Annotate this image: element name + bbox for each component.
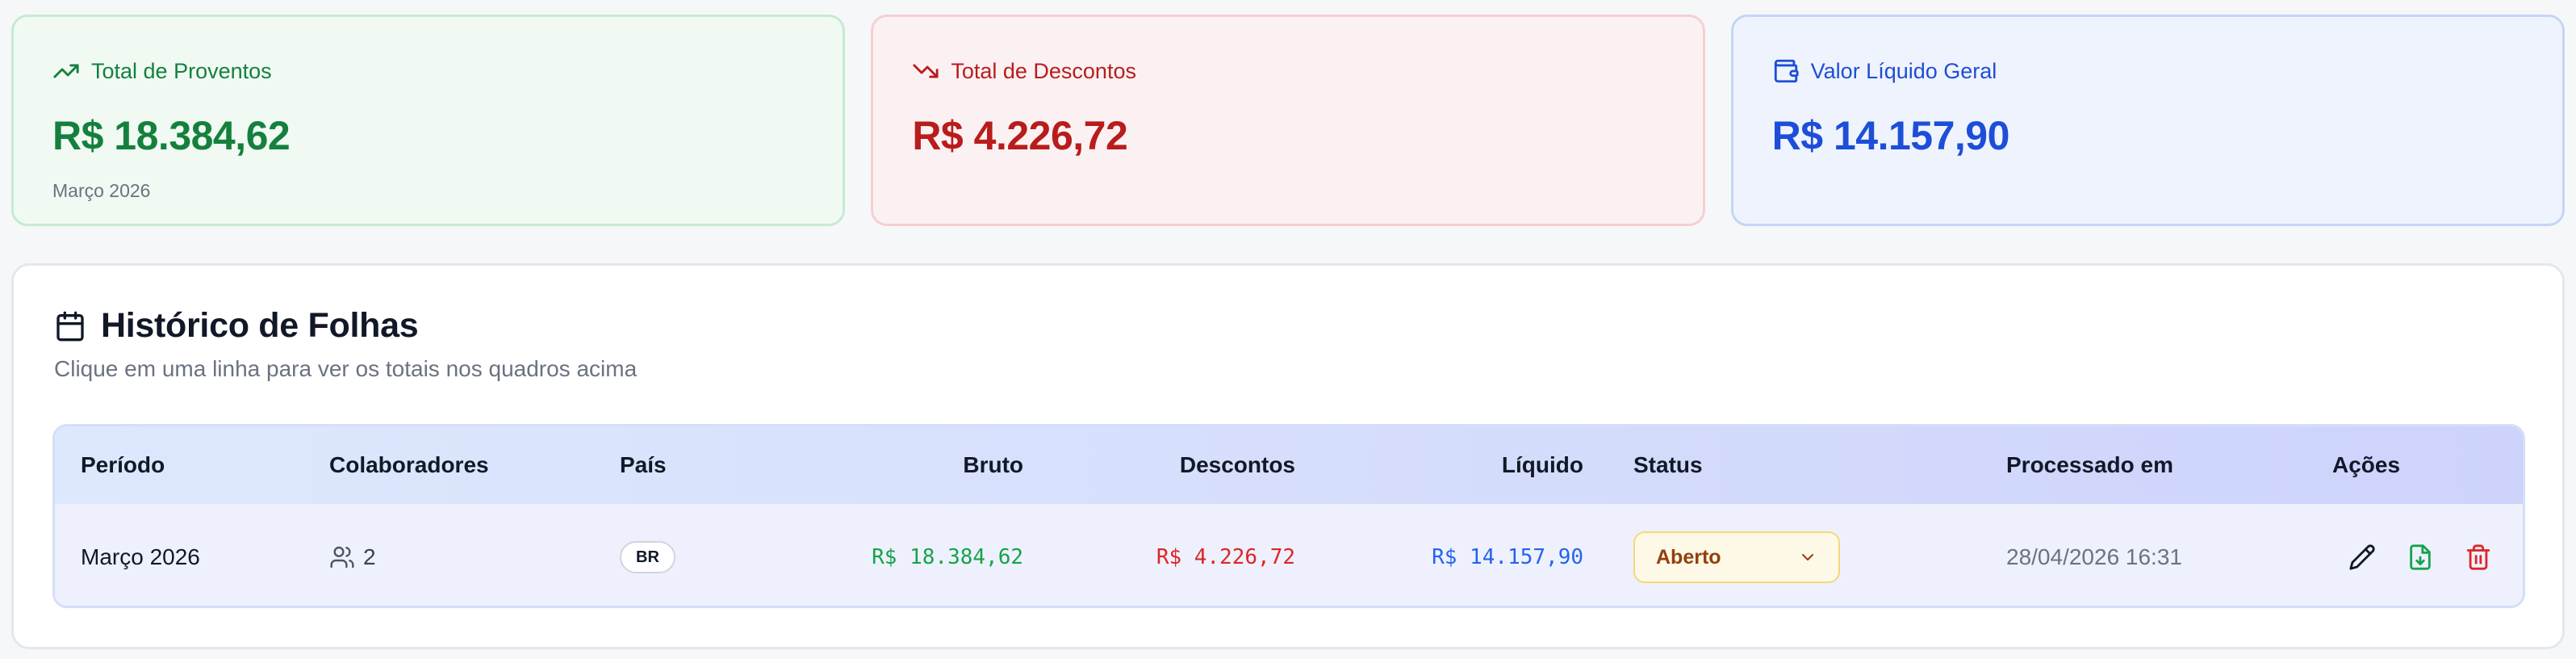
descontos-value: R$ 4.226,72: [912, 113, 1128, 158]
col-acoes: Ações: [2332, 452, 2401, 477]
table-header: Período Colaboradores País Bruto Descont…: [55, 426, 2523, 504]
row-pais: BR: [620, 504, 781, 606]
row-bruto: R$ 18.384,62: [872, 545, 1023, 569]
country-badge: BR: [620, 541, 675, 573]
col-processado: Processado em: [2006, 452, 2173, 477]
row-actions: [2348, 544, 2492, 571]
col-status: Status: [1633, 452, 1703, 477]
payroll-dashboard: Total de Proventos R$ 18.384,62 Março 20…: [0, 0, 2576, 659]
liquido-title: Valor Líquido Geral: [1810, 58, 1997, 83]
row-colaboradores: 2: [329, 504, 571, 606]
edit-button[interactable]: [2348, 544, 2376, 571]
proventos-card-header: Total de Proventos: [52, 56, 804, 86]
history-header: Histórico de Folhas: [54, 306, 419, 346]
proventos-value: R$ 18.384,62: [52, 113, 291, 158]
history-title: Histórico de Folhas: [101, 306, 419, 345]
history-panel: Histórico de Folhas Clique em uma linha …: [11, 263, 2565, 649]
col-descontos: Descontos: [1179, 452, 1295, 477]
descontos-title: Total de Descontos: [951, 58, 1136, 83]
row-status: Aberto: [1633, 504, 1892, 606]
col-liquido: Líquido: [1501, 452, 1583, 477]
trash-icon: [2466, 544, 2490, 570]
row-processado: 28/04/2026 16:31: [2006, 544, 2182, 569]
wallet-icon: [1774, 59, 1799, 83]
chevron-down-icon: [1802, 554, 1813, 560]
row-descontos: R$ 4.226,72: [1156, 545, 1295, 569]
status-select[interactable]: Aberto: [1633, 531, 1840, 583]
liquido-value: R$ 14.157,90: [1771, 113, 2010, 158]
payroll-table: Período Colaboradores País Bruto Descont…: [52, 424, 2525, 608]
edit-icon: [2349, 544, 2375, 570]
liquido-card-header: Valor Líquido Geral: [1772, 56, 2524, 86]
download-file-icon: [2410, 544, 2431, 570]
summary-cards: Total de Proventos R$ 18.384,62 Março 20…: [11, 15, 2565, 226]
col-colaboradores: Colaboradores: [329, 452, 489, 477]
status-value: Aberto: [1656, 545, 1721, 569]
proventos-card: Total de Proventos R$ 18.384,62 Março 20…: [11, 15, 846, 226]
row-periodo: Março 2026: [81, 544, 200, 569]
delete-button[interactable]: [2465, 544, 2492, 571]
row-liquido: R$ 14.157,90: [1432, 545, 1583, 569]
colaboradores-group: 2: [329, 544, 376, 570]
history-subtitle: Clique em uma linha para ver os totais n…: [54, 356, 638, 381]
col-periodo: Período: [81, 452, 165, 477]
col-pais: País: [620, 452, 667, 477]
users-icon: [330, 546, 354, 569]
descontos-card: Total de Descontos R$ 4.226,72: [871, 15, 1705, 226]
row-acoes: [2332, 504, 2510, 606]
table-row[interactable]: Março 2026 2 BR R$ 18.384,62 R$ 4.226,72…: [55, 504, 2523, 606]
descontos-card-header: Total de Descontos: [912, 56, 1663, 86]
trending-up-icon: [53, 64, 79, 78]
colaboradores-count: 2: [363, 544, 376, 569]
download-button[interactable]: [2407, 544, 2434, 571]
calendar-icon: [56, 311, 84, 341]
trending-down-icon: [913, 64, 939, 78]
col-bruto: Bruto: [963, 452, 1023, 477]
liquido-card: Valor Líquido Geral R$ 14.157,90: [1730, 15, 2565, 226]
proventos-period: Março 2026: [52, 180, 151, 201]
proventos-title: Total de Proventos: [91, 58, 272, 83]
